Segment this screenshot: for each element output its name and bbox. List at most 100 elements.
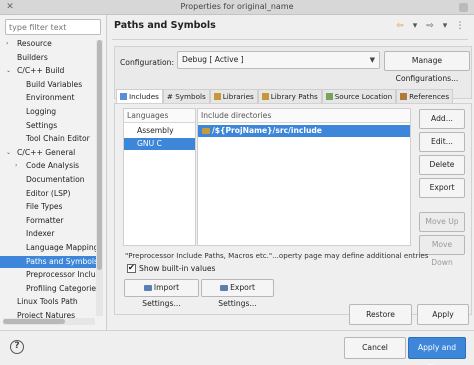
tab-symbols[interactable]: # Symbols (162, 89, 210, 103)
back-arrow-icon[interactable]: ⇦ (394, 21, 406, 31)
tree-vertical-scrollbar[interactable] (96, 40, 103, 316)
tree-item-label: Formatter (26, 215, 64, 225)
chevron-down-icon[interactable]: ⌄ (6, 147, 11, 159)
page-title: Paths and Symbols (114, 20, 216, 31)
tab-label: Source Location (334, 92, 393, 101)
configuration-label: Configuration: (120, 58, 175, 67)
show-builtin-label: Show built-in values (139, 264, 216, 273)
apply-button[interactable]: Apply (417, 304, 469, 325)
folder-icon (202, 128, 210, 134)
show-builtin-checkbox[interactable]: ✔ (127, 263, 136, 273)
tree-item-label: Documentation (26, 175, 85, 184)
forward-arrow-icon[interactable]: ⇨ (424, 21, 436, 31)
tab-library-paths[interactable]: Library Paths (257, 89, 322, 103)
export-button[interactable]: Export (419, 178, 465, 198)
tree-item[interactable]: File Types (0, 201, 96, 213)
language-item[interactable]: Assembly (124, 125, 195, 137)
tree-item[interactable]: Indexer (0, 228, 96, 240)
back-menu-icon[interactable]: ▾ (409, 21, 421, 31)
tree-item-label: Tool Chain Editor (26, 134, 90, 144)
tree-item[interactable]: Formatter (0, 215, 96, 227)
left-pane: › Resource Builders ⌄ C/C++ Build Build Varia… (0, 15, 107, 330)
export-icon (220, 285, 229, 291)
library-paths-icon (261, 93, 269, 100)
tree-item[interactable]: Preprocessor Incluc (0, 269, 96, 281)
bottom-bar: ? Cancel Apply and Close (0, 330, 474, 365)
help-icon[interactable]: ? (10, 340, 24, 354)
tree-item[interactable]: Logging (0, 106, 96, 118)
tree-item-label: Language Mappings (26, 243, 96, 252)
delete-button[interactable]: Delete (419, 155, 465, 175)
language-item[interactable]: GNU C (124, 138, 195, 150)
tree-item[interactable]: Editor (LSP) (0, 188, 96, 200)
import-icon (143, 285, 152, 291)
manage-configurations-button[interactable]: Manage Configurations... (384, 51, 470, 83)
apply-and-close-button[interactable]: Apply and Close (408, 337, 466, 365)
chevron-right-icon[interactable]: › (15, 160, 17, 172)
divider (112, 39, 468, 40)
tab-includes[interactable]: Includes (116, 89, 163, 103)
forward-menu-icon[interactable]: ▾ (439, 21, 451, 31)
tree-item[interactable]: Linux Tools Path (0, 296, 96, 308)
restore-defaults-button[interactable]: Restore Defaults (349, 304, 412, 338)
include-directory-path: /${ProjName}/src/include (212, 126, 322, 135)
tree-item[interactable]: Environment (0, 92, 96, 104)
tree-item[interactable]: Documentation (0, 174, 96, 186)
tree-item-label: File Types (26, 202, 63, 212)
tree-item[interactable]: Build Variables (0, 79, 96, 91)
include-directories-list: Include directories /${ProjName}/src/inc… (197, 108, 411, 246)
import-settings-button[interactable]: Import Settings... (124, 279, 199, 308)
tab-references[interactable]: References (396, 89, 454, 103)
filter-input[interactable] (5, 19, 101, 35)
tab-source-location[interactable]: Source Location (321, 89, 397, 103)
languages-list: Languages Assembly GNU C (123, 108, 196, 246)
window-title: Properties for original_name (180, 2, 294, 11)
tree-item[interactable]: Tool Chain Editor (0, 133, 96, 145)
tree-horizontal-scrollbar[interactable] (3, 318, 95, 325)
tab-label: Includes (129, 92, 159, 101)
scroll-thumb[interactable] (97, 40, 102, 270)
add-button[interactable]: Add... (419, 109, 465, 129)
tree-item-label: C/C++ Build (17, 66, 65, 76)
move-up-button[interactable]: Move Up (419, 212, 465, 232)
tree-item[interactable]: › Code Analysis (0, 160, 96, 172)
tab-libraries[interactable]: Libraries (209, 89, 258, 103)
tree-item[interactable]: Profiling Categories (0, 283, 96, 295)
tree-item-label: Paths and Symbols (26, 256, 96, 266)
configuration-select[interactable]: Debug [ Active ] ▼ (177, 51, 380, 69)
nav-buttons: ⇦ ▾ ⇨ ▾ ⋮ (394, 19, 466, 33)
tree-item[interactable]: Builders (0, 52, 96, 64)
view-menu-icon[interactable]: ⋮ (454, 21, 466, 31)
tab-label: Libraries (222, 92, 254, 101)
tree-item-label: Linux Tools Path (17, 297, 78, 307)
info-text: "Preprocessor Include Paths, Macros etc.… (125, 251, 429, 260)
tree-item[interactable]: ⌄ C/C++ Build (0, 65, 96, 77)
libraries-icon (213, 93, 221, 100)
references-icon (400, 93, 408, 100)
tab-label: Library Paths (270, 92, 318, 101)
tree-item[interactable]: Paths and Symbols (0, 255, 96, 268)
checkmark-icon: ✔ (128, 263, 135, 272)
tree-item[interactable]: Settings (0, 120, 96, 132)
tree-item-label: Editor (LSP) (26, 188, 71, 198)
tree-item[interactable]: Language Mappings (0, 242, 96, 254)
tree-item-label: Environment (26, 93, 75, 103)
include-directory-item[interactable]: /${ProjName}/src/include (198, 125, 410, 137)
include-directories-header: Include directories (198, 109, 410, 123)
scroll-thumb[interactable] (3, 319, 65, 324)
export-settings-button[interactable]: Export Settings... (201, 279, 274, 308)
chevron-down-icon[interactable]: ⌄ (6, 65, 11, 77)
tree-item[interactable]: › Resource (0, 38, 96, 50)
right-pane: Paths and Symbols ⇦ ▾ ⇨ ▾ ⋮ Configuratio… (108, 15, 474, 338)
property-tree: › Resource Builders ⌄ C/C++ Build Build Varia… (0, 38, 96, 328)
tree-item-label: Preprocessor Incluc (26, 270, 96, 280)
cancel-button[interactable]: Cancel (344, 337, 406, 359)
chevron-right-icon[interactable]: › (6, 38, 8, 50)
tab-bar: Includes # Symbols Libraries Library Paths S… (116, 89, 454, 103)
tree-item-label: Logging (26, 107, 57, 116)
tree-item[interactable]: ⌄ C/C++ General (0, 147, 96, 159)
window-menu-icon[interactable] (459, 3, 468, 12)
languages-header: Languages (124, 109, 195, 123)
edit-button[interactable]: Edit... (419, 132, 465, 152)
includes-tab-panel: Languages Assembly GNU C Include directo… (114, 103, 472, 315)
